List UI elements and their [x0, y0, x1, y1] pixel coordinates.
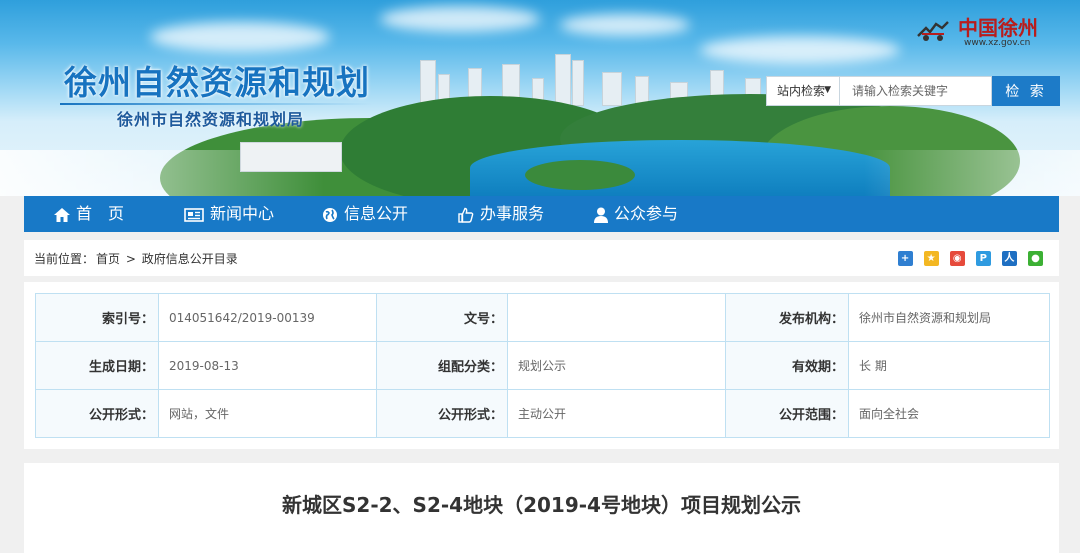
site-title: 徐州自然资源和规划	[64, 63, 370, 102]
horse-chariot-icon	[917, 21, 949, 41]
search-button[interactable]: 检 索	[992, 76, 1060, 106]
metadata-table: 索引号： 014051642/2019-00139 文号： 发布机构： 徐州市自…	[35, 293, 1050, 438]
index-no-value: 014051642/2019-00139	[158, 293, 377, 342]
table-row: 生成日期： 2019-08-13 组配分类： 规划公示 有效期： 长 期	[35, 341, 1050, 390]
article-panel: 新城区S2-2、S2-4地块（2019-4号地块）项目规划公示	[24, 463, 1059, 553]
search-input[interactable]	[840, 76, 992, 106]
category-label: 组配分类：	[376, 341, 508, 390]
metadata-panel: 索引号： 014051642/2019-00139 文号： 发布机构： 徐州市自…	[24, 282, 1059, 449]
wechat-icon[interactable]: ●	[1028, 251, 1043, 266]
nav-item-participation[interactable]: 公众参与	[594, 196, 678, 232]
user-icon	[594, 207, 608, 223]
table-row: 公开形式： 网站，文件 公开形式： 主动公开 公开范围： 面向全社会	[35, 389, 1050, 438]
nav-label: 首 页	[76, 204, 125, 223]
cloud	[150, 22, 330, 52]
thumbs-up-icon	[458, 207, 474, 223]
doc-no-value	[507, 293, 726, 342]
category-value: 规划公示	[507, 341, 726, 390]
index-no-label: 索引号：	[35, 293, 159, 342]
breadcrumb-current[interactable]: 政府信息公开目录	[142, 252, 238, 266]
scope-value: 面向全社会	[848, 389, 1050, 438]
nav-label: 办事服务	[480, 204, 545, 223]
nav-item-info[interactable]: 信息公开	[322, 196, 408, 232]
newspaper-icon	[184, 207, 204, 222]
site-search: 站内检索 ▼ 检 索	[766, 76, 1060, 106]
scope-label: 公开范围：	[725, 389, 849, 438]
xuzhou-logo[interactable]: 中国徐州 www.xz.gov.cn	[912, 10, 1057, 50]
logo-url: www.xz.gov.cn	[964, 38, 1031, 48]
nav-item-home[interactable]: 首 页	[54, 196, 124, 232]
breadcrumb-bar: 当前位置： 首页 > 政府信息公开目录 + ★ ◉ P 人 ●	[24, 240, 1059, 276]
share-toolbar: + ★ ◉ P 人 ●	[892, 251, 1043, 267]
cloud	[380, 6, 540, 32]
search-scope-label: 站内检索	[777, 84, 826, 98]
form-value: 网站，文件	[158, 389, 377, 438]
building	[240, 142, 342, 172]
banner-fade	[0, 150, 1080, 196]
nav-label: 公众参与	[614, 204, 679, 223]
validity-value: 长 期	[848, 341, 1050, 390]
article-title: 新城区S2-2、S2-4地块（2019-4号地块）项目规划公示	[282, 493, 801, 517]
created-value: 2019-08-13	[158, 341, 377, 390]
publisher-label: 发布机构：	[725, 293, 849, 342]
table-row: 索引号： 014051642/2019-00139 文号： 发布机构： 徐州市自…	[35, 293, 1050, 342]
globe-icon	[323, 207, 337, 222]
breadcrumb-prefix: 当前位置：	[34, 252, 95, 266]
renren-icon[interactable]: 人	[1001, 251, 1017, 266]
search-scope-select[interactable]: 站内检索 ▼	[766, 76, 840, 106]
header-banner: 徐州自然资源和规划 徐州市自然资源和规划局 中国徐州 www.xz.gov.cn…	[0, 0, 1080, 196]
plus-share-icon[interactable]: +	[897, 251, 913, 266]
weibo-icon[interactable]: ◉	[949, 251, 965, 266]
nav-label: 新闻中心	[210, 204, 275, 223]
caret-down-icon: ▼	[824, 85, 831, 95]
created-label: 生成日期：	[35, 341, 159, 390]
qzone-icon[interactable]: ★	[923, 251, 939, 266]
doc-no-label: 文号：	[376, 293, 508, 342]
breadcrumb-home-link[interactable]: 首页	[96, 252, 120, 266]
site-subtitle: 徐州市自然资源和规划局	[117, 110, 305, 129]
breadcrumb-separator: >	[125, 252, 136, 266]
validity-label: 有效期：	[725, 341, 849, 390]
nav-label: 信息公开	[344, 204, 409, 223]
breadcrumb: 当前位置： 首页 > 政府信息公开目录	[34, 240, 240, 278]
mode-label: 公开形式：	[376, 389, 508, 438]
logo-text: 中国徐州	[958, 16, 1038, 40]
nav-item-news[interactable]: 新闻中心	[184, 196, 274, 232]
nav-item-services[interactable]: 办事服务	[458, 196, 544, 232]
main-nav: 首 页 新闻中心 信息公开 办事服务 公众参与	[24, 196, 1059, 232]
form-label: 公开形式：	[35, 389, 159, 438]
mode-value: 主动公开	[507, 389, 726, 438]
title-divider	[60, 103, 372, 105]
cloud	[560, 14, 690, 36]
pengyou-icon[interactable]: P	[975, 251, 991, 266]
home-icon	[54, 207, 70, 222]
publisher-value: 徐州市自然资源和规划局	[848, 293, 1050, 342]
